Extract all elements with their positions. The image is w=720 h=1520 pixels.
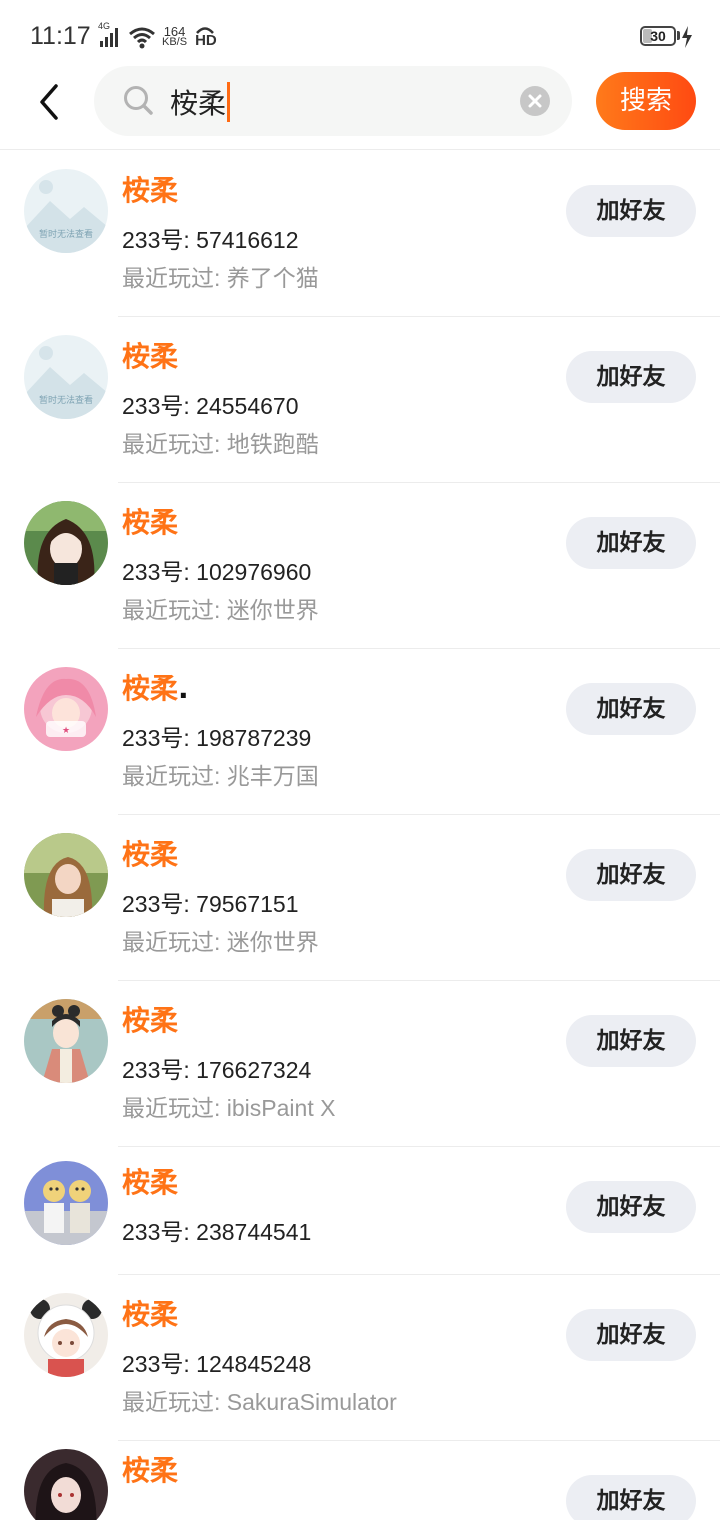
recently-played: 最近玩过: 养了个猫 — [122, 265, 319, 291]
network-type-label: 4G — [98, 21, 111, 31]
add-friend-button[interactable]: 加好友 — [566, 351, 696, 403]
avatar[interactable] — [24, 1293, 108, 1377]
svg-text:★: ★ — [62, 726, 70, 736]
recently-played: 最近玩过: 迷你世界 — [122, 597, 319, 623]
recently-played: 最近玩过: 迷你世界 — [122, 929, 319, 955]
avatar[interactable] — [24, 1449, 108, 1520]
user-result-row[interactable]: 暂时无法查看 桉柔 233号: 57416612 最近玩过: 养了个猫 加好友 — [0, 151, 720, 317]
search-icon — [124, 86, 153, 115]
search-query-text: 桉柔 — [170, 87, 227, 120]
avatar[interactable] — [24, 501, 108, 585]
back-arrow-icon — [40, 84, 58, 120]
user-nickname-text: 桉柔 — [122, 1004, 179, 1037]
recently-played: 最近玩过: SakuraSimulator — [122, 1389, 397, 1415]
user-nickname: 桉柔 — [122, 1161, 178, 1201]
user-nickname: 桉柔 — [122, 335, 178, 375]
avatar[interactable]: 暂时无法查看 — [24, 169, 108, 253]
avatar[interactable] — [24, 1161, 108, 1245]
user-nickname-text: 桉柔 — [122, 1454, 179, 1487]
user-nickname: 桉柔 — [122, 999, 178, 1039]
user-id: 233号: 57416612 — [122, 227, 299, 253]
recently-played: 最近玩过: 兆丰万国 — [122, 763, 319, 789]
user-id: 233号: 24554670 — [122, 393, 299, 419]
hd-label: HD — [195, 32, 217, 49]
add-friend-button[interactable]: 加好友 — [566, 1181, 696, 1233]
user-result-row[interactable]: 桉柔 233号: 102976960 最近玩过: 迷你世界 加好友 — [0, 483, 720, 649]
network-speed-unit: KB/S — [162, 36, 188, 48]
svg-text:暂时无法查看: 暂时无法查看 — [39, 228, 93, 240]
status-time: 11:17 — [30, 22, 91, 50]
cellular-signal-icon: 4G — [98, 21, 122, 49]
battery-level: 30 — [650, 28, 666, 44]
user-nickname: 桉柔 — [122, 833, 178, 873]
user-id: 233号: 198787239 — [122, 725, 312, 751]
user-nickname-suffix: . — [178, 672, 189, 705]
clear-search-button[interactable] — [520, 86, 550, 116]
user-id: 233号: 79567151 — [122, 891, 299, 917]
user-nickname-text: 桉柔 — [122, 1298, 179, 1331]
user-result-row[interactable]: 暂时无法查看 桉柔 233号: 24554670 最近玩过: 地铁跑酷 加好友 — [0, 317, 720, 483]
user-result-row[interactable]: 桉柔 233号: 79567151 最近玩过: 迷你世界 加好友 — [0, 815, 720, 981]
user-id: 233号: 102976960 — [122, 559, 312, 585]
user-nickname-text: 桉柔 — [122, 1166, 179, 1199]
text-cursor — [227, 82, 230, 122]
add-friend-button[interactable]: 加好友 — [566, 1015, 696, 1067]
recently-played: 最近玩过: ibisPaint X — [122, 1095, 336, 1121]
user-nickname-text: 桉柔 — [122, 340, 179, 373]
user-nickname-text: 桉柔 — [122, 672, 179, 705]
hd-voice-icon: HD — [193, 24, 217, 50]
add-friend-button[interactable]: 加好友 — [566, 1309, 696, 1361]
charging-icon — [682, 26, 692, 48]
user-id: 233号: 238744541 — [122, 1219, 312, 1245]
battery-icon: 30 — [640, 26, 676, 46]
user-nickname-text: 桉柔 — [122, 838, 179, 871]
add-friend-button[interactable]: 加好友 — [566, 683, 696, 735]
avatar[interactable]: ★ — [24, 667, 108, 751]
user-nickname: 桉柔 — [122, 1449, 178, 1489]
status-icons: 4G 164 KB/S HD — [98, 21, 217, 50]
user-result-row[interactable]: 桉柔 233号: 238744541 加好友 — [0, 1147, 720, 1275]
user-nickname: 桉柔. — [122, 667, 189, 707]
close-icon — [528, 94, 542, 108]
battery-cap — [677, 31, 680, 40]
network-speed: 164 KB/S — [162, 25, 188, 48]
search-input[interactable]: 桉柔 — [94, 66, 572, 136]
status-bar: 11:17 4G 164 KB/S HD 30 — [0, 0, 720, 66]
search-button[interactable]: 搜索 — [596, 72, 696, 130]
user-result-row[interactable]: 桉柔 233号: 176627324 最近玩过: ibisPaint X 加好友 — [0, 981, 720, 1147]
user-id: 233号: 124845248 — [122, 1351, 312, 1377]
user-id: 233号: 176627324 — [122, 1057, 312, 1083]
add-friend-button[interactable]: 加好友 — [566, 1475, 696, 1520]
user-nickname-text: 桉柔 — [122, 174, 179, 207]
search-header: 桉柔 搜索 — [0, 66, 720, 150]
add-friend-button[interactable]: 加好友 — [566, 517, 696, 569]
back-button[interactable] — [30, 80, 70, 124]
recently-played: 最近玩过: 地铁跑酷 — [122, 431, 319, 457]
user-result-row[interactable]: 桉柔加好友 — [0, 1441, 720, 1520]
user-nickname-text: 桉柔 — [122, 506, 179, 539]
avatar[interactable] — [24, 999, 108, 1083]
avatar[interactable] — [24, 833, 108, 917]
wifi-icon — [129, 27, 155, 49]
avatar[interactable]: 暂时无法查看 — [24, 335, 108, 419]
add-friend-button[interactable]: 加好友 — [566, 185, 696, 237]
user-result-row[interactable]: 桉柔 233号: 124845248 最近玩过: SakuraSimulator 加好… — [0, 1275, 720, 1441]
add-friend-button[interactable]: 加好友 — [566, 849, 696, 901]
user-nickname: 桉柔 — [122, 169, 178, 209]
user-nickname: 桉柔 — [122, 1293, 178, 1333]
user-nickname: 桉柔 — [122, 501, 178, 541]
search-results-list: 暂时无法查看 桉柔 233号: 57416612 最近玩过: 养了个猫 加好友 暂时无… — [0, 151, 720, 1520]
user-result-row[interactable]: ★ 桉柔. 233号: 198787239 最近玩过: 兆丰万国 加好友 — [0, 649, 720, 815]
svg-text:暂时无法查看: 暂时无法查看 — [39, 394, 93, 406]
